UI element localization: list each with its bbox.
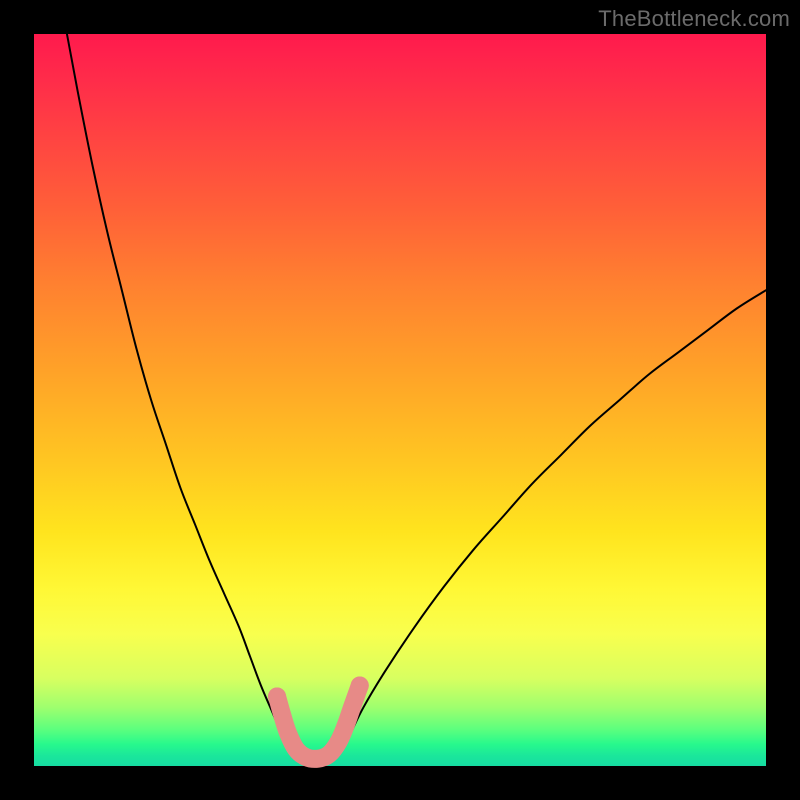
marker-worm xyxy=(277,685,360,758)
marker-dot xyxy=(268,687,286,705)
marker-dot xyxy=(351,676,369,694)
series-left-curve xyxy=(67,34,292,755)
plot-area xyxy=(34,34,766,766)
series-right-curve xyxy=(338,290,766,755)
marker-layer xyxy=(268,676,369,758)
curve-layer xyxy=(67,34,766,761)
chart-svg xyxy=(34,34,766,766)
watermark-text: TheBottleneck.com xyxy=(598,6,790,32)
outer-frame: TheBottleneck.com xyxy=(0,0,800,800)
